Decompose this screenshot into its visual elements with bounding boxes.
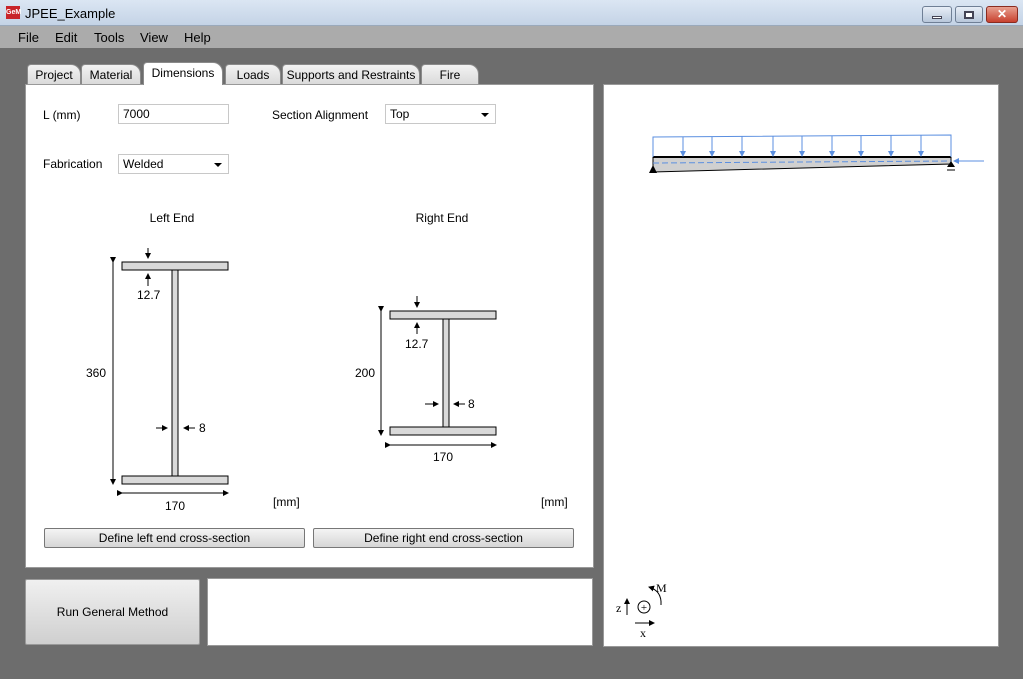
left-height: 360	[86, 366, 106, 380]
right-height: 200	[355, 366, 375, 380]
output-box	[207, 578, 593, 646]
right-unit: [mm]	[541, 495, 568, 509]
minimize-button[interactable]	[922, 6, 952, 23]
tab-dimensions[interactable]: Dimensions	[143, 62, 223, 85]
beam-preview-panel: z + M x	[603, 84, 999, 647]
right-web-thickness: 8	[468, 397, 475, 411]
define-left-end-button[interactable]: Define left end cross-section	[44, 528, 305, 548]
left-web-thickness: 8	[199, 421, 206, 435]
left-flange-thickness: 12.7	[137, 288, 161, 302]
right-end-title: Right End	[416, 211, 469, 225]
beam-preview: z + M x	[616, 134, 984, 640]
close-button[interactable]: ✕	[986, 6, 1018, 23]
left-unit: [mm]	[273, 495, 300, 509]
beam	[652, 156, 952, 173]
moment-label: M	[656, 581, 667, 595]
svg-text:+: +	[641, 602, 647, 614]
cross-section-drawings: Left End 12.7 360 8 170 [mm] Right End 1…	[86, 211, 568, 513]
z-axis-label: z	[616, 601, 621, 615]
right-i-section	[389, 310, 497, 436]
run-general-method-button[interactable]: Run General Method	[25, 579, 200, 645]
define-right-end-button[interactable]: Define right end cross-section	[313, 528, 574, 548]
maximize-button[interactable]	[955, 6, 983, 23]
x-axis-label: x	[640, 626, 646, 640]
axes-legend: z + M x	[616, 581, 667, 640]
left-end-title: Left End	[150, 211, 195, 225]
right-flange-thickness: 12.7	[405, 337, 429, 351]
left-width: 170	[165, 499, 185, 513]
right-width: 170	[433, 450, 453, 464]
